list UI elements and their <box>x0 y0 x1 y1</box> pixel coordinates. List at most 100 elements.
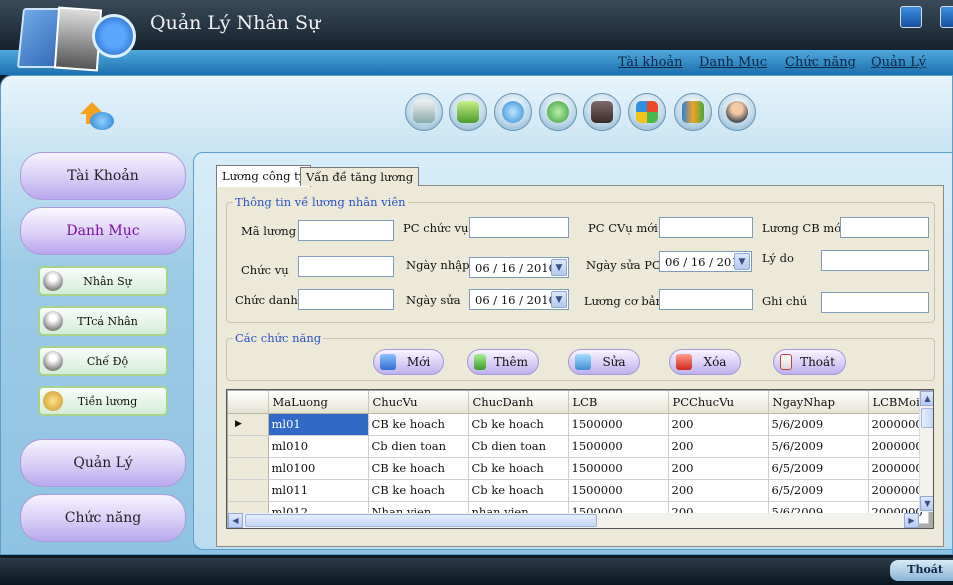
table-cell[interactable]: 200 <box>668 479 769 502</box>
table-cell[interactable]: ml011 <box>268 479 369 502</box>
table-cell[interactable]: 5/6/2009 <box>768 413 869 436</box>
table-cell[interactable]: 5/6/2009 <box>768 435 869 458</box>
edit-icon[interactable] <box>900 6 922 28</box>
scroll-down-icon[interactable]: ▼ <box>920 496 933 511</box>
user-icon[interactable] <box>718 93 756 131</box>
money-icon[interactable] <box>539 93 577 131</box>
home-user-icon[interactable] <box>80 102 116 132</box>
chuc-danh-input[interactable] <box>298 289 394 310</box>
new-icon <box>380 354 396 370</box>
ghi-chu-label: Ghi chú <box>762 294 808 308</box>
pc-cvu-moi-input[interactable] <box>659 217 753 238</box>
sidebar-item-ttca-nhan[interactable]: TTcá Nhân <box>38 306 168 336</box>
sidebar-quan-ly[interactable]: Quản Lý <box>20 439 186 487</box>
table-cell[interactable]: ml010 <box>268 435 369 458</box>
edit-icon <box>575 354 591 370</box>
col-header[interactable]: NgayNhap <box>768 391 869 414</box>
them-button[interactable]: Thêm <box>467 349 539 375</box>
sidebar-item-nhan-su[interactable]: Nhân Sự <box>38 266 168 296</box>
tab-luong-cong-ty[interactable]: Lương công ty <box>216 165 312 187</box>
ly-do-input[interactable] <box>821 250 929 271</box>
col-header[interactable]: LCB <box>568 391 669 414</box>
exit-button[interactable]: Thoát <box>890 560 953 581</box>
chuc-vu-label: Chức vụ <box>241 263 289 277</box>
pc-chuc-vu-input[interactable] <box>469 217 569 238</box>
row-header[interactable] <box>228 435 269 458</box>
xoa-button[interactable]: Xóa <box>669 349 741 375</box>
chevron-down-icon[interactable]: ▼ <box>551 259 567 276</box>
ngay-sua-picker[interactable]: 06 / 16 / 2010 ▼ <box>469 289 569 310</box>
table-row[interactable]: ml0100 CB ke hoach Cb ke hoach 1500000 2… <box>228 457 929 480</box>
globe-icon[interactable] <box>494 93 532 131</box>
table-cell[interactable]: 200 <box>668 435 769 458</box>
table-row[interactable]: ml011 CB ke hoach Cb ke hoach 1500000 20… <box>228 479 929 502</box>
table-row[interactable]: ml010 Cb dien toan Cb dien toan 1500000 … <box>228 435 929 458</box>
table-cell[interactable]: 1500000 <box>568 413 669 436</box>
luong-co-ban-input[interactable] <box>659 289 753 310</box>
tab-van-de-tang-luong[interactable]: Vấn đề tăng lương <box>300 167 420 186</box>
chevron-down-icon[interactable]: ▼ <box>734 253 750 270</box>
col-header[interactable]: ChucVu <box>368 391 469 414</box>
ngay-sua-pc-picker[interactable]: 06 / 16 / 2010 ▼ <box>659 251 752 272</box>
vertical-scrollbar[interactable]: ▲ ▼ <box>919 391 933 512</box>
col-header[interactable]: PCChucVu <box>668 391 769 414</box>
menu-quan-ly[interactable]: Quản Lý <box>871 55 926 70</box>
table-cell[interactable]: CB ke hoach <box>368 413 469 436</box>
table-cell[interactable]: 1500000 <box>568 435 669 458</box>
table-cell[interactable]: Cb dien toan <box>368 435 469 458</box>
table-cell[interactable]: 1500000 <box>568 479 669 502</box>
table-cell[interactable]: Cb ke hoach <box>468 479 569 502</box>
sidebar-danh-muc[interactable]: Danh Mục <box>20 207 186 255</box>
table-cell[interactable]: ml0100 <box>268 457 369 480</box>
table-cell[interactable]: 1500000 <box>568 457 669 480</box>
horizontal-scrollbar[interactable]: ◀ ▶ <box>228 513 919 528</box>
delete-icon <box>676 354 692 370</box>
table-cell[interactable]: ml01 <box>268 413 369 436</box>
col-header[interactable]: MaLuong <box>268 391 369 414</box>
table-cell[interactable]: Cb ke hoach <box>468 457 569 480</box>
windows-icon[interactable] <box>628 93 666 131</box>
chuc-vu-input[interactable] <box>298 256 394 277</box>
table-cell[interactable]: 200 <box>668 457 769 480</box>
scroll-left-icon[interactable]: ◀ <box>228 513 243 528</box>
table-cell[interactable]: CB ke hoach <box>368 479 469 502</box>
table-cell[interactable]: Cb dien toan <box>468 435 569 458</box>
ngay-sua-pc-label: Ngày sửa PC <box>586 258 661 272</box>
table-cell[interactable]: CB ke hoach <box>368 457 469 480</box>
sidebar-item-tien-luong[interactable]: Tiền lương <box>38 386 168 416</box>
menu-danh-muc[interactable]: Danh Mục <box>699 55 767 70</box>
notes-icon[interactable] <box>449 93 487 131</box>
menu-chuc-nang[interactable]: Chức năng <box>785 55 856 70</box>
table-row[interactable]: ▶ ml01 CB ke hoach Cb ke hoach 1500000 2… <box>228 413 929 436</box>
scroll-up-icon[interactable]: ▲ <box>920 391 933 406</box>
table-cell[interactable]: 6/5/2009 <box>768 479 869 502</box>
ma-luong-input[interactable] <box>298 220 394 241</box>
thoat-button[interactable]: Thoát <box>773 349 846 375</box>
sidebar-item-che-do[interactable]: Chế Độ <box>38 346 168 376</box>
sidebar-tai-khoan[interactable]: Tài Khoản <box>20 152 186 200</box>
current-row-indicator-icon[interactable]: ▶ <box>228 413 269 436</box>
salary-grid[interactable]: MaLuong ChucVu ChucDanh LCB PCChucVu Nga… <box>226 389 934 529</box>
moi-button[interactable]: Mới <box>373 349 444 375</box>
window-icon[interactable] <box>940 6 953 28</box>
table-cell[interactable]: 200 <box>668 413 769 436</box>
luong-cb-moi-input[interactable] <box>840 217 929 238</box>
sidebar-chuc-nang[interactable]: Chức năng <box>20 494 186 542</box>
scroll-right-icon[interactable]: ▶ <box>904 513 919 528</box>
scroll-thumb[interactable] <box>245 514 597 527</box>
row-header[interactable] <box>228 479 269 502</box>
ghi-chu-input[interactable] <box>821 292 929 313</box>
ngay-nhap-picker[interactable]: 06 / 16 / 2010 ▼ <box>469 257 569 278</box>
scroll-thumb[interactable] <box>921 408 933 428</box>
menu-tai-khoan[interactable]: Tài khoản <box>618 55 683 70</box>
table-cell[interactable]: 6/5/2009 <box>768 457 869 480</box>
salary-table: MaLuong ChucVu ChucDanh LCB PCChucVu Nga… <box>228 391 929 524</box>
people-chart-icon[interactable] <box>674 93 712 131</box>
col-header[interactable]: ChucDanh <box>468 391 569 414</box>
book-icon[interactable] <box>405 93 443 131</box>
table-cell[interactable]: Cb ke hoach <box>468 413 569 436</box>
file-cabinet-icon[interactable] <box>583 93 621 131</box>
sua-button[interactable]: Sửa <box>568 349 640 375</box>
row-header[interactable] <box>228 457 269 480</box>
chevron-down-icon[interactable]: ▼ <box>551 291 567 308</box>
